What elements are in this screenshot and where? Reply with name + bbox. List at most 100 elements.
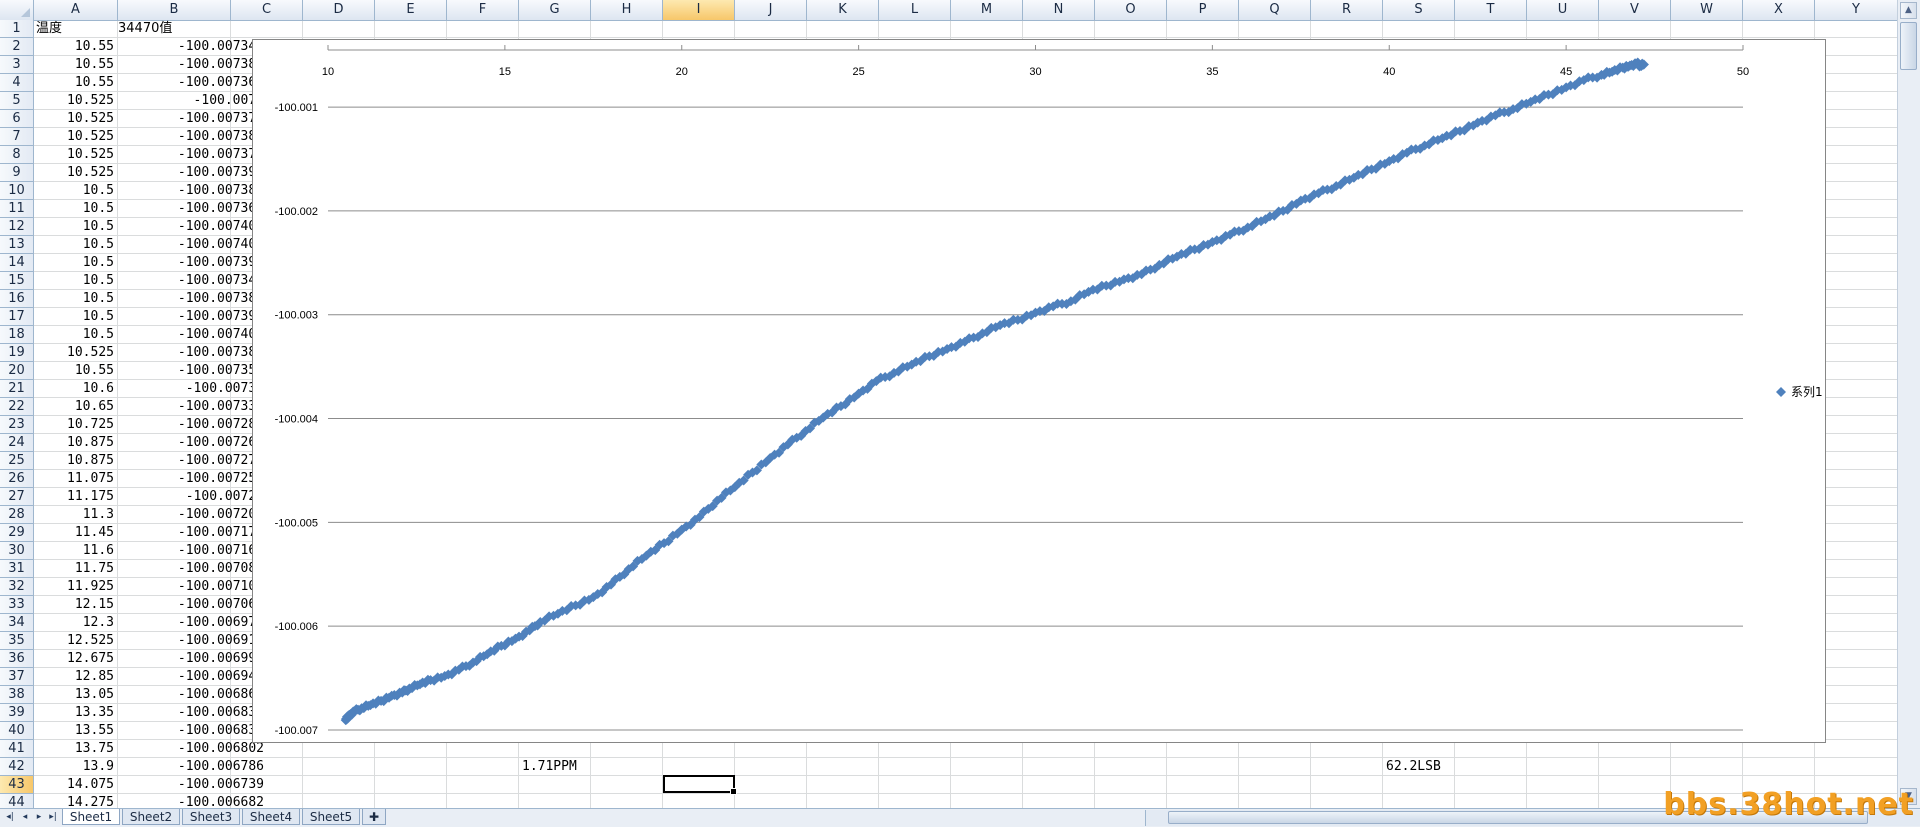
column-header-w[interactable]: W	[1671, 0, 1743, 20]
row-header-29[interactable]: 29	[0, 524, 34, 542]
row-header-25[interactable]: 25	[0, 452, 34, 470]
cell-a35[interactable]: 12.525	[34, 632, 114, 650]
row-header-13[interactable]: 13	[0, 236, 34, 254]
column-header-k[interactable]: K	[807, 0, 879, 20]
column-header-q[interactable]: Q	[1239, 0, 1311, 20]
vertical-scroll-thumb[interactable]	[1900, 22, 1917, 70]
column-header-e[interactable]: E	[375, 0, 447, 20]
column-header-j[interactable]: J	[735, 0, 807, 20]
cell-b9[interactable]: -100.007392	[118, 164, 264, 182]
cell-b25[interactable]: -100.007271	[118, 452, 264, 470]
row-header-5[interactable]: 5	[0, 92, 34, 110]
row-header-14[interactable]: 14	[0, 254, 34, 272]
cell-a38[interactable]: 13.05	[34, 686, 114, 704]
cell-b20[interactable]: -100.007357	[118, 362, 264, 380]
cell-a31[interactable]: 11.75	[34, 560, 114, 578]
cell-a16[interactable]: 10.5	[34, 290, 114, 308]
cell-a2[interactable]: 10.55	[34, 38, 114, 56]
cell-b4[interactable]: -100.007363	[118, 74, 264, 92]
sheet-tab-sheet4[interactable]: Sheet4	[242, 809, 300, 825]
row-header-21[interactable]: 21	[0, 380, 34, 398]
cell-a21[interactable]: 10.6	[34, 380, 114, 398]
cell-b18[interactable]: -100.007409	[118, 326, 264, 344]
cell-a17[interactable]: 10.5	[34, 308, 114, 326]
cell-a25[interactable]: 10.875	[34, 452, 114, 470]
column-header-a[interactable]: A	[34, 0, 118, 20]
sheet-tab-sheet2[interactable]: Sheet2	[122, 809, 180, 825]
cell-b12[interactable]: -100.007403	[118, 218, 264, 236]
cell-a36[interactable]: 12.675	[34, 650, 114, 668]
cell-a40[interactable]: 13.55	[34, 722, 114, 740]
cell-a42[interactable]: 13.9	[34, 758, 114, 776]
column-header-x[interactable]: X	[1743, 0, 1815, 20]
cell-b32[interactable]: -100.007106	[118, 578, 264, 596]
last-sheet-icon[interactable]: ▸|	[46, 810, 60, 825]
column-header-o[interactable]: O	[1095, 0, 1167, 20]
sheet-tab-sheet3[interactable]: Sheet3	[182, 809, 240, 825]
row-header-34[interactable]: 34	[0, 614, 34, 632]
sheet-tab-sheet5[interactable]: Sheet5	[302, 809, 360, 825]
column-header-u[interactable]: U	[1527, 0, 1599, 20]
cell-b15[interactable]: -100.007345	[118, 272, 264, 290]
insert-sheet-icon[interactable]: ✚	[362, 809, 386, 825]
row-header-19[interactable]: 19	[0, 344, 34, 362]
cell-b22[interactable]: -100.007332	[118, 398, 264, 416]
row-header-36[interactable]: 36	[0, 650, 34, 668]
vertical-scrollbar[interactable]: ▲ ▼	[1897, 0, 1920, 808]
row-header-35[interactable]: 35	[0, 632, 34, 650]
column-header-m[interactable]: M	[951, 0, 1023, 20]
cell-b1[interactable]: 34470值	[118, 20, 172, 38]
cell-b8[interactable]: -100.007376	[118, 146, 264, 164]
cell-b39[interactable]: -100.006832	[118, 704, 264, 722]
cell-a6[interactable]: 10.525	[34, 110, 114, 128]
row-header-16[interactable]: 16	[0, 290, 34, 308]
column-header-d[interactable]: D	[303, 0, 375, 20]
row-header-10[interactable]: 10	[0, 182, 34, 200]
cell-b44[interactable]: -100.006682	[118, 794, 264, 808]
cell-a5[interactable]: 10.525	[34, 92, 114, 110]
row-header-15[interactable]: 15	[0, 272, 34, 290]
column-header-p[interactable]: P	[1167, 0, 1239, 20]
row-header-38[interactable]: 38	[0, 686, 34, 704]
row-header-33[interactable]: 33	[0, 596, 34, 614]
row-header-37[interactable]: 37	[0, 668, 34, 686]
cell-b28[interactable]: -100.007204	[118, 506, 264, 524]
cell-b34[interactable]: -100.006979	[118, 614, 264, 632]
row-header-18[interactable]: 18	[0, 326, 34, 344]
row-header-39[interactable]: 39	[0, 704, 34, 722]
column-header-t[interactable]: T	[1455, 0, 1527, 20]
cell-b6[interactable]: -100.007379	[118, 110, 264, 128]
cell-a15[interactable]: 10.5	[34, 272, 114, 290]
column-header-b[interactable]: B	[118, 0, 231, 20]
row-header-42[interactable]: 42	[0, 758, 34, 776]
cell-a41[interactable]: 13.75	[34, 740, 114, 758]
cell-a22[interactable]: 10.65	[34, 398, 114, 416]
row-header-28[interactable]: 28	[0, 506, 34, 524]
cell-a43[interactable]: 14.075	[34, 776, 114, 794]
cell-b5[interactable]: -100.0074	[118, 92, 264, 110]
column-header-y[interactable]: Y	[1815, 0, 1898, 20]
cell-b11[interactable]: -100.007365	[118, 200, 264, 218]
cell-a12[interactable]: 10.5	[34, 218, 114, 236]
cell-b3[interactable]: -100.007387	[118, 56, 264, 74]
prev-sheet-icon[interactable]: ◂	[18, 810, 32, 825]
cell-b37[interactable]: -100.006945	[118, 668, 264, 686]
row-header-27[interactable]: 27	[0, 488, 34, 506]
row-header-23[interactable]: 23	[0, 416, 34, 434]
cell-a1[interactable]: 温度	[36, 20, 62, 38]
cell-b10[interactable]: -100.007389	[118, 182, 264, 200]
row-header-12[interactable]: 12	[0, 218, 34, 236]
column-header-h[interactable]: H	[591, 0, 663, 20]
row-header-6[interactable]: 6	[0, 110, 34, 128]
cell-a33[interactable]: 12.15	[34, 596, 114, 614]
cell-a14[interactable]: 10.5	[34, 254, 114, 272]
cell-b7[interactable]: -100.007386	[118, 128, 264, 146]
cell-b35[interactable]: -100.006918	[118, 632, 264, 650]
cell-a20[interactable]: 10.55	[34, 362, 114, 380]
cell-a24[interactable]: 10.875	[34, 434, 114, 452]
cell-a34[interactable]: 12.3	[34, 614, 114, 632]
cell-a11[interactable]: 10.5	[34, 200, 114, 218]
column-header-f[interactable]: F	[447, 0, 519, 20]
cell-b29[interactable]: -100.007174	[118, 524, 264, 542]
active-cell-i43[interactable]	[663, 775, 737, 795]
